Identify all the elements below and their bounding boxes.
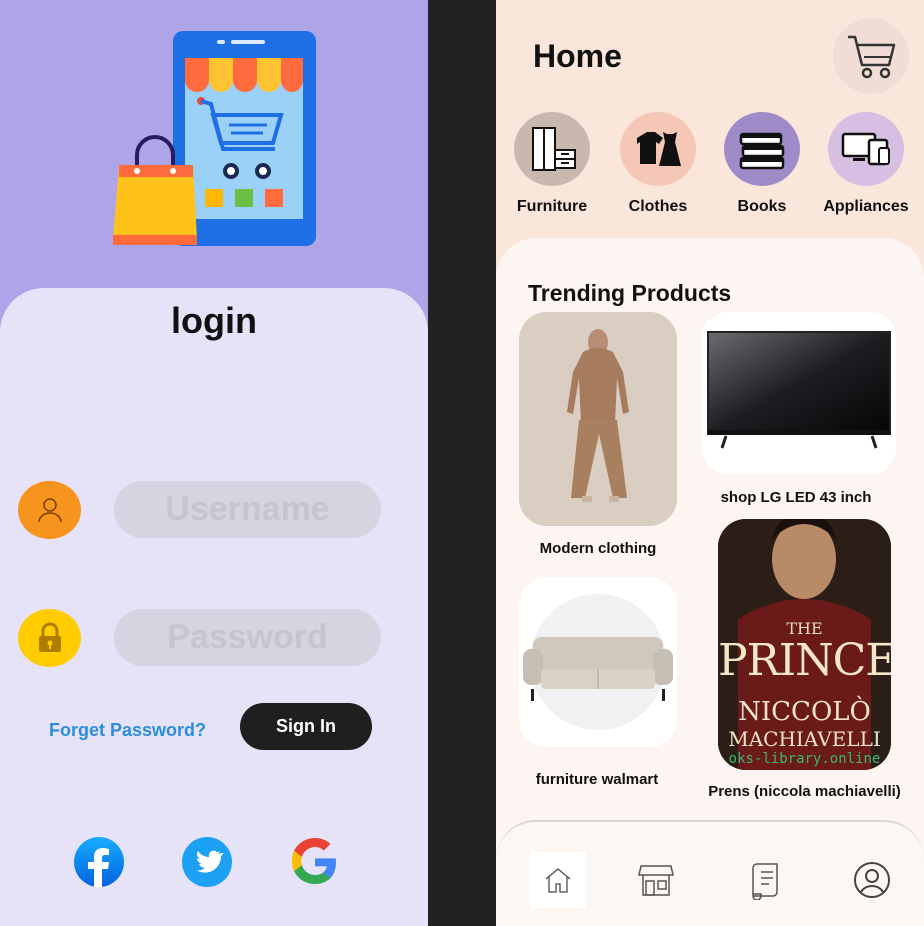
category-label: Appliances: [823, 198, 909, 215]
orders-icon[interactable]: [736, 852, 792, 908]
product-image-clothing[interactable]: [519, 312, 677, 526]
profile-icon[interactable]: [844, 852, 900, 908]
product-image-sofa[interactable]: [519, 577, 677, 747]
sign-in-button[interactable]: Sign In: [240, 703, 372, 750]
category-furniture[interactable]: Furniture: [500, 112, 604, 216]
product-image-tv[interactable]: [702, 312, 896, 474]
product-label: furniture walmart: [535, 771, 659, 788]
username-input[interactable]: [114, 481, 381, 538]
category-label: Books: [737, 198, 787, 215]
home-title: Home: [533, 38, 622, 74]
category-label: Furniture: [516, 198, 588, 215]
forgot-password-link[interactable]: Forget Password?: [49, 720, 206, 741]
user-icon: [18, 481, 81, 539]
category-label: Clothes: [628, 198, 688, 215]
home-screen: Home Furniture Clothes Books Appliances …: [496, 0, 924, 926]
login-screen: login Forget Password? Sign In: [0, 0, 428, 926]
google-icon[interactable]: [289, 836, 341, 888]
product-label: Modern clothing: [539, 540, 657, 557]
product-label: Prens (niccola machiavelli): [708, 783, 901, 800]
book-title-main: PRINCE: [718, 635, 891, 686]
home-icon[interactable]: [530, 852, 586, 908]
furniture-icon: [514, 112, 590, 186]
login-title: login: [171, 300, 257, 341]
product-image-book[interactable]: THE PRINCE NICCOLÒ MACHIAVELLI oks-libra…: [718, 519, 891, 770]
category-appliances[interactable]: Appliances: [814, 112, 918, 216]
book-watermark: oks-library.online: [728, 751, 881, 767]
category-clothes[interactable]: Clothes: [606, 112, 710, 216]
password-input[interactable]: [114, 609, 381, 666]
book-author-last: MACHIAVELLI: [728, 727, 881, 751]
shopping-illustration: [113, 31, 316, 246]
books-icon: [724, 112, 800, 186]
lock-icon: [18, 609, 81, 667]
trending-title: Trending Products: [528, 280, 732, 306]
login-card: [0, 288, 428, 926]
facebook-icon[interactable]: [73, 836, 125, 888]
twitter-icon[interactable]: [181, 836, 233, 888]
category-books[interactable]: Books: [710, 112, 814, 216]
book-author-first: NICCOLÒ: [738, 697, 871, 727]
appliances-icon: [828, 112, 904, 186]
cart-icon[interactable]: [833, 18, 909, 94]
store-icon[interactable]: [628, 852, 684, 908]
product-label: shop LG LED 43 inch: [720, 489, 872, 506]
clothes-icon: [620, 112, 696, 186]
bottom-nav: [496, 820, 924, 926]
